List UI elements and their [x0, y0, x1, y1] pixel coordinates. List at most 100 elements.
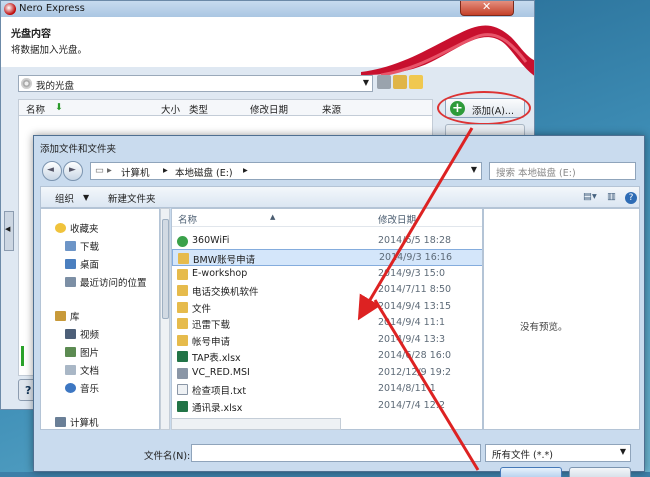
new-folder-icon[interactable]	[409, 75, 423, 89]
preview-pane-icon[interactable]: ▥	[607, 191, 616, 202]
file-row[interactable]: TAP表.xlsx 2014/6/28 16:0	[172, 348, 482, 365]
add-files-dialog: 添加文件和文件夹 ▭ ▸ 计算机 ▸ 本地磁盘 (E:) ▸ ▼ ⟳ 搜索 本地…	[33, 135, 646, 477]
file-row[interactable]: 电话交换机软件 2014/7/11 8:50	[172, 282, 482, 299]
nav-item-recent[interactable]: 最近访问的位置	[65, 275, 147, 289]
file-date: 2014/6/5 18:28	[378, 235, 452, 246]
nav-label: 文档	[80, 366, 100, 377]
drive-selector-label: 我的光盘	[36, 81, 75, 92]
close-button[interactable]	[460, 1, 514, 16]
msi-icon	[177, 368, 188, 379]
file-row[interactable]: 帐号申请 2014/9/4 13:3	[172, 332, 482, 349]
sort-arrow-icon: ⬇	[55, 102, 63, 113]
file-name: 帐号申请	[192, 337, 231, 348]
nero-window-title: Nero Express	[19, 3, 85, 14]
file-row[interactable]: 检查项目.txt 2014/8/11 1	[172, 381, 482, 398]
page-subtitle: 将数据加入光盘。	[11, 45, 88, 56]
file-list-header: 名称 ▲ 修改日期	[172, 209, 482, 227]
file-date: 2014/9/4 11:1	[378, 317, 446, 328]
column-source[interactable]: 来源	[322, 102, 341, 116]
nav-item-videos[interactable]: 视频	[65, 327, 99, 341]
breadcrumb-separator-icon: ▸	[243, 165, 248, 176]
cancel-button[interactable]	[569, 467, 631, 477]
file-type-value: 所有文件 (*.*)	[492, 450, 553, 461]
nav-item-pictures[interactable]: 图片	[65, 345, 99, 359]
nav-item-favorites[interactable]: 收藏夹	[55, 221, 99, 235]
file-row[interactable]: VC_RED.MSI 2012/12/9 19:2	[172, 365, 482, 382]
column-size[interactable]: 大小	[161, 102, 180, 116]
folder-icon	[177, 302, 188, 313]
nav-item-computer[interactable]: 计算机	[55, 415, 99, 429]
nero-title-bar: Nero Express	[1, 1, 534, 17]
disc-tool-icon[interactable]	[377, 75, 391, 89]
capacity-bar	[21, 346, 24, 366]
command-bar: 组织 ▼ 新建文件夹 ▤▾ ▥ ?	[40, 186, 640, 208]
file-date: 2012/12/9 19:2	[378, 367, 452, 378]
computer-icon	[55, 417, 66, 427]
folder-icon	[177, 318, 188, 329]
new-folder-button[interactable]: 新建文件夹	[108, 191, 156, 205]
text-file-icon	[177, 384, 188, 395]
breadcrumb-drive-e[interactable]: 本地磁盘 (E:)	[175, 165, 233, 179]
navigation-scrollbar[interactable]	[160, 208, 170, 430]
nav-label: 音乐	[80, 384, 100, 395]
folder-icon	[177, 335, 188, 346]
folder-up-icon[interactable]	[393, 75, 407, 89]
column-name[interactable]: 名称	[26, 102, 45, 116]
organize-button[interactable]: 组织	[55, 191, 74, 205]
column-type[interactable]: 类型	[189, 102, 208, 116]
file-type-select[interactable]: 所有文件 (*.*) ▼	[485, 444, 631, 462]
file-name: E-workshop	[192, 268, 248, 279]
recent-icon	[65, 277, 76, 287]
search-input[interactable]: 搜索 本地磁盘 (E:)	[489, 162, 636, 180]
folder-icon	[177, 269, 188, 280]
dialog-title: 添加文件和文件夹	[40, 144, 117, 155]
chevron-down-icon[interactable]: ▼	[471, 165, 477, 174]
navigation-pane: 收藏夹 下载 桌面 最近访问的位置 库 视频 图片 文档 音乐 计算机	[40, 208, 160, 430]
file-date: 2014/8/11 1	[378, 383, 436, 394]
chevron-down-icon: ▼	[83, 193, 90, 202]
nav-item-desktop[interactable]: 桌面	[65, 257, 99, 271]
add-confirm-button[interactable]	[500, 467, 562, 477]
navigation-bar: ▭ ▸ 计算机 ▸ 本地磁盘 (E:) ▸ ▼ ⟳ 搜索 本地磁盘 (E:)	[34, 158, 646, 184]
folder-icon	[177, 285, 188, 296]
view-options-icon[interactable]: ▤▾	[583, 191, 597, 202]
file-date: 2014/7/11 8:50	[378, 284, 452, 295]
file-name: BMW账号申请	[193, 255, 256, 266]
back-button[interactable]	[42, 161, 62, 181]
search-placeholder: 搜索 本地磁盘 (E:)	[496, 168, 576, 179]
nav-item-documents[interactable]: 文档	[65, 363, 99, 377]
column-modified[interactable]: 修改日期	[250, 102, 288, 116]
download-icon	[65, 241, 76, 251]
file-name-input[interactable]	[191, 444, 481, 462]
chevron-down-icon: ▼	[362, 78, 369, 87]
drive-selector[interactable]: 我的光盘 ▼	[18, 75, 373, 92]
collapse-tab[interactable]	[4, 211, 14, 251]
file-row-selected[interactable]: BMW账号申请 2014/9/3 16:16	[172, 249, 482, 266]
file-row[interactable]: 360WiFi 2014/6/5 18:28	[172, 233, 482, 250]
star-icon	[55, 223, 66, 233]
nav-item-downloads[interactable]: 下载	[65, 239, 99, 253]
compilation-list-header: 名称 ⬇ 大小 类型 修改日期 来源	[18, 99, 433, 116]
column-modified[interactable]: 修改日期	[378, 212, 416, 226]
nero-logo-swoosh	[361, 25, 534, 77]
music-icon	[65, 383, 76, 393]
address-bar[interactable]: ▭ ▸ 计算机 ▸ 本地磁盘 (E:) ▸ ▼	[90, 162, 482, 180]
column-name[interactable]: 名称	[178, 212, 197, 226]
file-row[interactable]: E-workshop 2014/9/3 15:0	[172, 266, 482, 283]
file-date: 2014/9/4 13:15	[378, 301, 452, 312]
forward-button[interactable]	[63, 161, 83, 181]
file-row[interactable]: 通讯录.xlsx 2014/7/4 12:2	[172, 398, 482, 415]
nav-item-music[interactable]: 音乐	[65, 381, 99, 395]
document-icon	[65, 365, 76, 375]
preview-pane: 没有预览。	[483, 208, 640, 430]
horizontal-scrollbar[interactable]	[171, 418, 341, 430]
picture-icon	[65, 347, 76, 357]
file-row[interactable]: 迅雷下载 2014/9/4 11:1	[172, 315, 482, 332]
excel-icon	[177, 351, 188, 362]
nav-item-libraries[interactable]: 库	[55, 309, 80, 323]
help-icon[interactable]: ?	[625, 192, 637, 204]
breadcrumb-computer[interactable]: 计算机	[121, 165, 150, 179]
file-row[interactable]: 文件 2014/9/4 13:15	[172, 299, 482, 316]
scrollbar-thumb[interactable]	[162, 219, 169, 319]
computer-small-icon: ▭ ▸	[95, 165, 112, 176]
